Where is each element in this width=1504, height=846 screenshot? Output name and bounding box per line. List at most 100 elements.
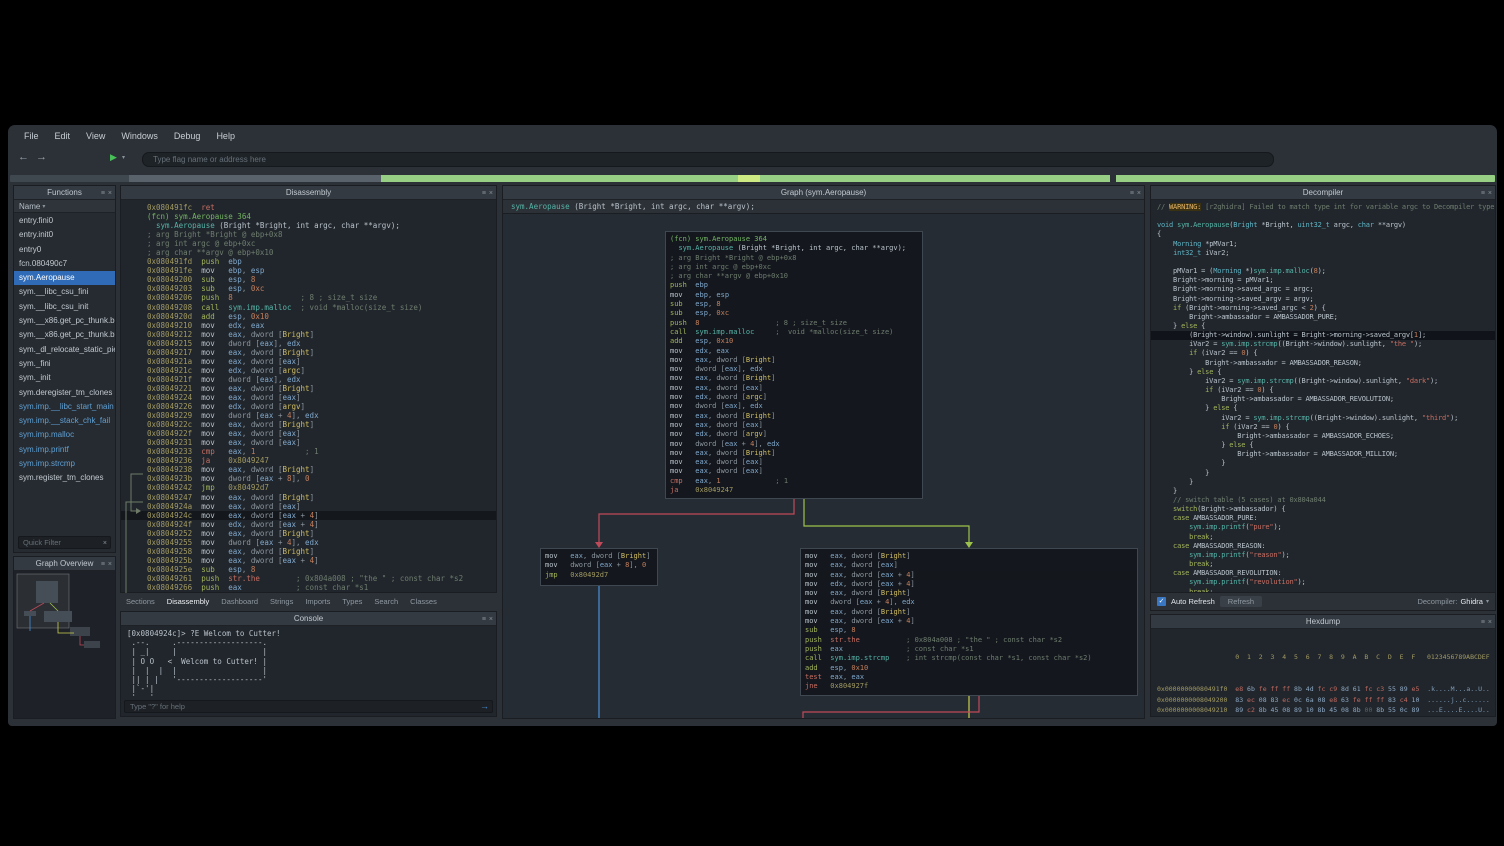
code-line[interactable]: case AMBASSADOR_REASON: [1157, 542, 1495, 551]
graph-node-entry[interactable]: (fcn) sym.Aeropause 364 sym.Aeropause (B… [665, 231, 923, 499]
function-item[interactable]: entry0 [14, 243, 115, 257]
code-line[interactable]: 0x0804923b mov dword [eax + 8], 0 [147, 474, 496, 483]
code-line[interactable]: mov eax, dword [eax] [670, 421, 918, 430]
graph-canvas[interactable]: (fcn) sym.Aeropause 364 sym.Aeropause (B… [503, 214, 1144, 718]
function-item[interactable]: sym._init [14, 371, 115, 385]
seek-bar[interactable] [10, 175, 1495, 182]
tab-dashboard[interactable]: Dashboard [215, 597, 264, 606]
code-line[interactable]: Bright->morning->saved_argv = argv; [1157, 295, 1495, 304]
code-line[interactable]: 0x0804924c mov eax, dword [eax + 4] [121, 511, 496, 520]
function-item[interactable]: entry.init0 [14, 228, 115, 242]
close-icon[interactable]: × [489, 616, 493, 623]
code-line[interactable]: jne 0x804927f [805, 682, 1133, 691]
code-line[interactable]: 0x0804922c mov eax, dword [Bright] [147, 420, 496, 429]
code-line[interactable]: } else { [1157, 441, 1495, 450]
menu-debug[interactable]: Debug [166, 131, 209, 141]
function-item[interactable]: sym._dl_relocate_static_pie [14, 343, 115, 357]
code-line[interactable]: if (iVar2 == 0) { [1157, 386, 1495, 395]
code-line[interactable]: 0x08049203 sub esp, 0xc [147, 284, 496, 293]
quick-filter-input[interactable] [18, 536, 111, 549]
forward-icon[interactable]: → [36, 151, 47, 163]
panel-menu-icon[interactable]: ≡ [101, 190, 105, 197]
tab-classes[interactable]: Classes [404, 597, 443, 606]
code-line[interactable]: (Bright->window).sunlight = Bright->morn… [1151, 331, 1495, 340]
code-line[interactable]: 0x0804924f mov edx, dword [eax + 4] [147, 520, 496, 529]
hexdump-row[interactable]: 0x0000000008049200 83 ec 08 83 ec 0c 6a … [1157, 695, 1495, 706]
code-line[interactable]: mov eax, dword [Bright] [670, 374, 918, 383]
code-line[interactable]: ja 0x8049247 [670, 486, 918, 495]
code-line[interactable]: ; arg Bright *Bright @ ebp+0x8 [147, 230, 496, 239]
tab-search[interactable]: Search [368, 597, 404, 606]
tab-imports[interactable]: Imports [299, 597, 336, 606]
code-line[interactable]: 0x080491fe mov ebp, esp [147, 266, 496, 275]
close-icon[interactable]: × [108, 190, 112, 197]
tab-disassembly[interactable]: Disassembly [161, 597, 216, 606]
code-line[interactable]: 0x08049224 mov eax, dword [eax] [147, 393, 496, 402]
code-line[interactable]: 0x08049215 mov dword [eax], edx [147, 339, 496, 348]
code-line[interactable]: Bright->ambassador = AMBASSADOR_REASON; [1157, 359, 1495, 368]
code-line[interactable]: ; arg char **argv @ ebp+0x10 [147, 248, 496, 257]
code-line[interactable]: sub esp, 0xc [670, 309, 918, 318]
code-line[interactable]: mov dword [eax], edx [670, 365, 918, 374]
code-line[interactable] [1157, 212, 1495, 221]
code-line[interactable]: 0x08049247 mov eax, dword [Bright] [147, 493, 496, 502]
code-line[interactable]: Bright->morning->saved_argc = argc; [1157, 285, 1495, 294]
code-line[interactable]: mov edx, dword [argv] [670, 430, 918, 439]
code-line[interactable]: switch(Bright->ambassador) { [1157, 505, 1495, 514]
code-line[interactable]: sym.imp.printf("revolution"); [1157, 578, 1495, 587]
code-line[interactable]: break; [1157, 560, 1495, 569]
panel-menu-icon[interactable]: ≡ [1130, 190, 1134, 197]
code-line[interactable]: 0x0804921a mov eax, dword [eax] [147, 357, 496, 366]
code-line[interactable]: 0x08049266 push eax ; const char *s1 [147, 583, 496, 592]
code-line[interactable]: 0x080491fc ret [147, 203, 496, 212]
graph-node-right[interactable]: mov eax, dword [Bright]mov eax, dword [e… [800, 548, 1138, 696]
code-line[interactable]: 0x0804925b mov eax, dword [eax + 4] [147, 556, 496, 565]
menu-view[interactable]: View [78, 131, 113, 141]
code-line[interactable]: push str.the ; 0x804a008 ; "the " ; cons… [805, 636, 1133, 645]
refresh-button[interactable]: Refresh [1220, 596, 1262, 607]
close-icon[interactable]: × [1137, 190, 1141, 197]
code-line[interactable]: mov eax, dword [Bright] [670, 449, 918, 458]
panel-menu-icon[interactable]: ≡ [482, 190, 486, 197]
code-line[interactable]: sym.Aeropause (Bright *Bright, int argc,… [147, 221, 496, 230]
code-line[interactable]: sub esp, 8 [670, 300, 918, 309]
code-line[interactable]: test eax, eax [805, 673, 1133, 682]
code-line[interactable]: mov eax, dword [eax] [670, 467, 918, 476]
function-item[interactable]: sym.register_tm_clones [14, 471, 115, 485]
code-line[interactable]: mov eax, dword [eax + 4] [805, 617, 1133, 626]
menu-edit[interactable]: Edit [47, 131, 79, 141]
code-line[interactable]: push ebp [670, 281, 918, 290]
code-line[interactable]: Bright->ambassador = AMBASSADOR_PURE; [1157, 313, 1495, 322]
code-line[interactable]: sym.Aeropause (Bright *Bright, int argc,… [670, 244, 918, 253]
code-line[interactable]: { [1157, 230, 1495, 239]
function-item[interactable]: sym.Aeropause [14, 271, 115, 285]
hexdump-row[interactable]: 0x00000000080491f0 e8 6b fe ff ff 8b 4d … [1157, 684, 1495, 695]
code-line[interactable]: mov eax, dword [eax] [670, 458, 918, 467]
code-line[interactable]: } [1157, 487, 1495, 496]
code-line[interactable]: ; arg char **argv @ ebp+0x10 [670, 272, 918, 281]
close-icon[interactable]: × [489, 190, 493, 197]
function-item[interactable]: fcn.080490c7 [14, 257, 115, 271]
console-send-icon[interactable]: → [480, 702, 489, 711]
code-line[interactable]: 0x08049226 mov edx, dword [argv] [147, 402, 496, 411]
code-line[interactable]: 0x08049252 mov eax, dword [Bright] [147, 529, 496, 538]
tab-strings[interactable]: Strings [264, 597, 299, 606]
code-line[interactable]: iVar2 = sym.imp.strcmp((Bright->window).… [1157, 340, 1495, 349]
code-line[interactable]: 0x08049200 sub esp, 8 [147, 275, 496, 284]
code-line[interactable]: } else { [1157, 368, 1495, 377]
code-line[interactable]: mov eax, dword [Bright] [670, 356, 918, 365]
code-line[interactable]: 0x0804925e sub esp, 8 [147, 565, 496, 574]
code-line[interactable]: case AMBASSADOR_REVOLUTION: [1157, 569, 1495, 578]
code-line[interactable]: break; [1157, 533, 1495, 542]
code-line[interactable]: 0x08049258 mov eax, dword [Bright] [147, 547, 496, 556]
function-item[interactable]: sym.__libc_csu_fini [14, 285, 115, 299]
code-line[interactable]: int32_t iVar2; [1157, 249, 1495, 258]
console-input[interactable] [124, 700, 493, 713]
code-line[interactable]: 0x0804920d add esp, 0x10 [147, 312, 496, 321]
code-line[interactable]: ; arg int argc @ ebp+0xc [670, 263, 918, 272]
code-line[interactable]: 0x0804924a mov eax, dword [eax] [147, 502, 496, 511]
code-line[interactable]: 0x08049238 mov eax, dword [Bright] [147, 465, 496, 474]
code-line[interactable]: // switch table (5 cases) at 0x804a044 [1157, 496, 1495, 505]
code-line[interactable]: mov dword [eax + 8], 0 [545, 561, 653, 570]
function-item[interactable]: sym.imp.__stack_chk_fail [14, 414, 115, 428]
